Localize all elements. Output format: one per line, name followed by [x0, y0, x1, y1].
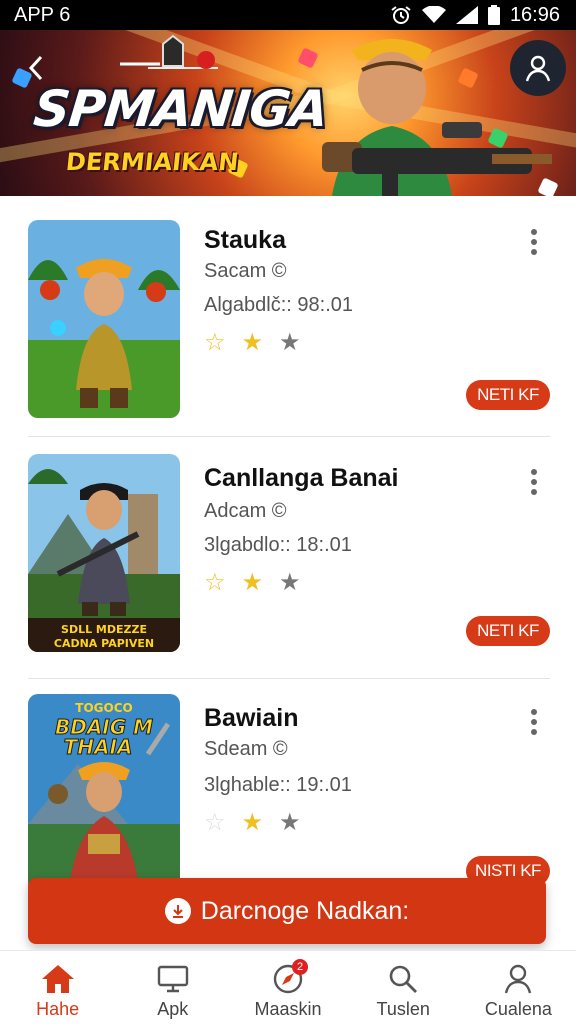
rating-stars: ☆ ★ ★: [204, 328, 301, 357]
nav-item-tuslen[interactable]: Tuslen: [346, 951, 461, 1024]
chevron-left-icon: [28, 55, 43, 81]
game-meta: Algabdlč:: 98:.01: [204, 294, 353, 316]
wifi-icon: [421, 6, 446, 24]
hero-title: SPMANIGA: [30, 80, 331, 138]
star-outline-icon: ☆: [204, 569, 226, 596]
game-thumbnail[interactable]: SDLL MDEZZE CADNA PAPIVEN: [28, 454, 180, 652]
home-icon: [38, 961, 78, 997]
nav-label: Tuslen: [376, 999, 430, 1019]
hero-emblem-graphic: [120, 34, 218, 69]
game-developer: Sacam ©: [204, 260, 287, 282]
game-meta: 3lgabdlo:: 18:.01: [204, 534, 352, 556]
nav-item-home[interactable]: Hahe: [0, 951, 115, 1024]
battery-icon: [487, 5, 500, 25]
more-options-button[interactable]: [522, 226, 546, 258]
profile-button[interactable]: [510, 40, 566, 96]
star-outline-icon: ☆: [204, 329, 226, 356]
star-icon: ★: [279, 569, 301, 596]
nav-item-apk[interactable]: Apk: [115, 951, 230, 1024]
star-outline-icon: ☆: [204, 809, 226, 836]
star-icon: ★: [241, 329, 264, 356]
svg-text:CADNA PAPIVEN: CADNA PAPIVEN: [54, 637, 154, 650]
alarm-icon: [390, 5, 412, 25]
bottom-nav: Hahe Apk 2 Maaskin Tuslen Cualena: [0, 950, 576, 1024]
nav-label: Apk: [157, 999, 189, 1019]
star-icon: ★: [241, 569, 264, 596]
status-icons: 16:96: [390, 4, 560, 27]
hero-banner: SPMANIGA DERMIAIKAN: [0, 30, 576, 196]
nav-item-cualena[interactable]: Cualena: [461, 951, 576, 1024]
star-icon: ★: [279, 809, 301, 836]
install-button[interactable]: NETI KF: [466, 380, 550, 410]
game-title[interactable]: Bawiain: [204, 704, 298, 733]
game-card[interactable]: SDLL MDEZZE CADNA PAPIVEN Canllanga Bana…: [0, 438, 576, 678]
game-meta: 3lghable:: 19:.01: [204, 774, 352, 796]
user-icon: [525, 55, 551, 82]
more-options-button[interactable]: [522, 466, 546, 498]
nav-label: Hahe: [36, 999, 80, 1019]
star-icon: ★: [241, 809, 264, 836]
nav-item-maaskin[interactable]: 2 Maaskin: [230, 951, 345, 1024]
star-icon: ★: [279, 329, 301, 356]
download-label: Darcnoge Nadkan:: [200, 896, 410, 925]
install-button[interactable]: NETI KF: [466, 616, 550, 646]
compass-icon: 2: [268, 959, 308, 997]
game-developer: Sdeam ©: [204, 738, 288, 760]
game-card[interactable]: Stauka Sacam © Algabdlč:: 98:.01 ☆ ★ ★ N…: [0, 196, 576, 436]
download-button[interactable]: Darcnoge Nadkan:: [28, 878, 546, 944]
profile-icon: [498, 961, 538, 997]
hero-subtitle: DERMIAIKAN: [64, 148, 240, 176]
download-icon: [164, 898, 191, 924]
status-bar: APP 6 16:96: [0, 0, 576, 30]
game-thumbnail[interactable]: [28, 220, 180, 418]
svg-text:TOGOCO: TOGOCO: [75, 701, 132, 715]
divider: [28, 436, 550, 437]
nav-label: Cualena: [484, 999, 552, 1019]
game-developer: Adcam ©: [204, 500, 287, 522]
monitor-icon: [153, 961, 193, 997]
signal-icon: [455, 6, 478, 24]
rating-stars: ☆ ★ ★: [204, 568, 301, 597]
game-title[interactable]: Canllanga Banai: [204, 464, 399, 493]
svg-text:SDLL MDEZZE: SDLL MDEZZE: [61, 623, 147, 636]
more-options-button[interactable]: [522, 706, 546, 738]
status-time: 16:96: [509, 3, 560, 26]
status-app-label: APP 6: [14, 3, 71, 26]
rating-stars: ☆ ★ ★: [204, 808, 301, 837]
search-icon: [383, 961, 423, 997]
nav-label: Maaskin: [254, 999, 322, 1019]
game-thumbnail[interactable]: TOGOCO BDAIG M THAIA: [28, 694, 180, 892]
game-title[interactable]: Stauka: [204, 226, 286, 255]
divider: [28, 678, 550, 679]
svg-text:THAIA: THAIA: [64, 735, 133, 759]
notification-badge: 2: [292, 959, 308, 975]
